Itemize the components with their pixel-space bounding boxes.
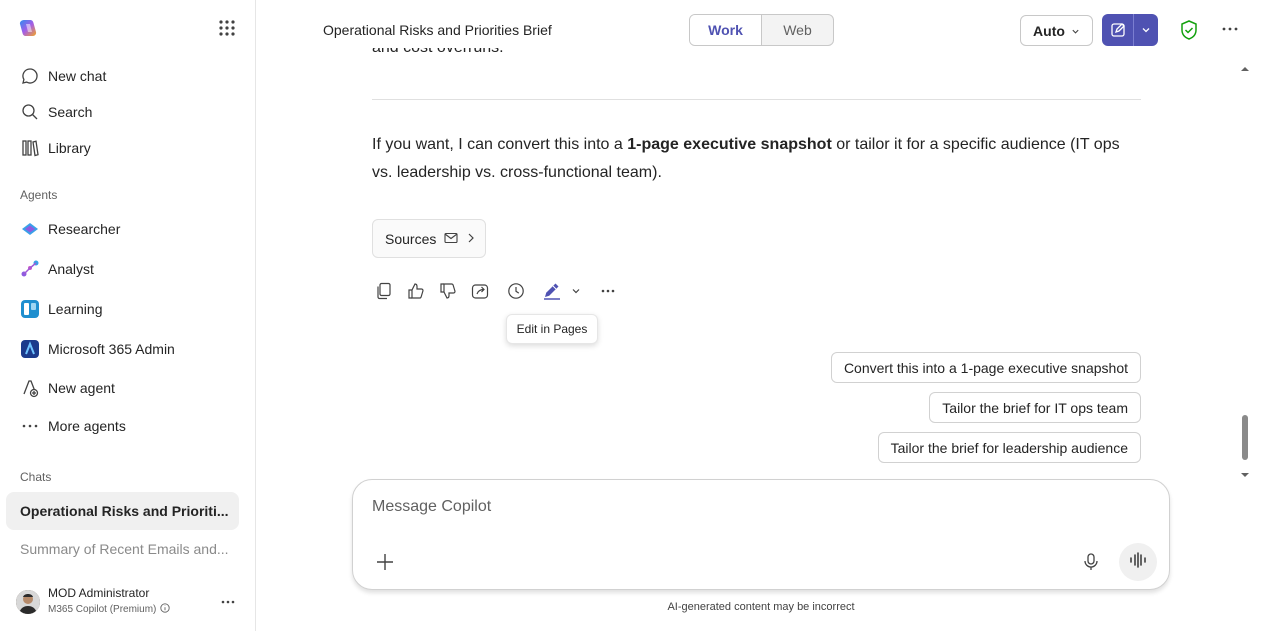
shield-icon[interactable] [1180, 20, 1198, 45]
chat-item[interactable]: Summary of Recent Emails and... [6, 530, 239, 568]
message-cut-line: and cost overruns. [372, 48, 504, 56]
agent-analyst[interactable]: Analyst [8, 253, 240, 285]
user-plan: M365 Copilot (Premium) [48, 603, 171, 616]
user-more-icon[interactable] [220, 594, 236, 615]
voice-waveform-icon [1129, 551, 1147, 574]
edit-in-pages-icon[interactable] [542, 281, 562, 301]
microphone-icon[interactable] [1081, 552, 1101, 577]
suggestion-chip[interactable]: Tailor the brief for leadership audience [877, 432, 1141, 463]
agent-m365-admin-label: Microsoft 365 Admin [48, 341, 175, 357]
message-composer [352, 479, 1170, 590]
chevron-right-icon [466, 231, 476, 247]
user-name: MOD Administrator [48, 586, 150, 600]
chevron-down-icon[interactable] [1134, 14, 1158, 46]
search-icon [20, 102, 40, 122]
copy-icon[interactable] [374, 281, 394, 301]
chat-bubble-icon [20, 66, 40, 86]
copilot-logo-icon[interactable] [18, 18, 38, 38]
ai-disclaimer: AI-generated content may be incorrect [667, 601, 855, 613]
chevron-down-icon[interactable] [566, 281, 586, 301]
more-agents-label: More agents [48, 418, 126, 434]
para-text-1: If you want, I can convert this into a [372, 136, 628, 153]
voice-mode-button[interactable] [1119, 543, 1157, 581]
new-agent-icon [20, 378, 40, 398]
mode-work-tab[interactable]: Work [690, 15, 762, 45]
agent-researcher[interactable]: Researcher [8, 213, 240, 245]
app-launcher-icon[interactable] [217, 18, 237, 38]
message-paragraph: If you want, I can convert this into a 1… [372, 131, 1142, 187]
chats-heading: Chats [20, 470, 52, 484]
agent-learning-label: Learning [48, 301, 103, 317]
user-profile[interactable]: MOD Administrator M365 Copilot (Premium) [16, 586, 246, 620]
page-title: Operational Risks and Priorities Brief [323, 22, 552, 38]
library-button[interactable]: Library [8, 132, 240, 164]
info-icon[interactable] [160, 603, 171, 616]
para-text-bold: 1-page executive snapshot [627, 136, 832, 153]
agent-m365-admin[interactable]: Microsoft 365 Admin [8, 333, 240, 365]
analyst-icon [20, 259, 40, 279]
library-icon [20, 138, 40, 158]
agent-learning[interactable]: Learning [8, 293, 240, 325]
message-input[interactable] [372, 496, 1012, 518]
agents-heading: Agents [20, 188, 58, 202]
sidebar: New chat Search Library Agents Researche… [0, 0, 256, 631]
learning-icon [20, 299, 40, 319]
search-button[interactable]: Search [8, 96, 240, 128]
agent-researcher-label: Researcher [48, 221, 121, 237]
ellipsis-icon [20, 416, 40, 436]
new-chat-button[interactable]: New chat [8, 60, 240, 92]
chevron-down-icon [1071, 23, 1080, 39]
sources-button[interactable]: Sources [372, 219, 486, 258]
more-agents-button[interactable]: More agents [8, 410, 240, 442]
scrollbar-thumb[interactable] [1242, 415, 1248, 460]
more-actions-icon[interactable] [598, 281, 618, 301]
researcher-icon [20, 219, 40, 239]
scroll-up-arrow-icon[interactable] [1240, 60, 1250, 78]
mode-toggle: Work Web [689, 14, 834, 46]
library-label: Library [48, 140, 91, 156]
share-icon[interactable] [470, 281, 490, 301]
suggestion-chip[interactable]: Convert this into a 1-page executive sna… [830, 352, 1141, 383]
new-chat-label: New chat [48, 68, 107, 84]
avatar [16, 590, 40, 614]
divider [372, 99, 1141, 100]
message-text-clipped: and cost overruns. [372, 48, 504, 66]
history-icon[interactable] [506, 281, 526, 301]
new-agent-button[interactable]: New agent [8, 372, 240, 404]
edit-in-pages-tooltip: Edit in Pages [506, 314, 598, 344]
model-selector[interactable]: Auto [1020, 15, 1093, 46]
new-agent-label: New agent [48, 380, 115, 396]
mail-icon [444, 231, 458, 247]
scroll-down-arrow-icon[interactable] [1240, 466, 1250, 484]
sources-label: Sources [385, 230, 437, 247]
mode-web-tab[interactable]: Web [762, 15, 833, 45]
new-page-button[interactable] [1102, 14, 1158, 46]
plus-icon[interactable] [375, 552, 395, 577]
suggestion-chip[interactable]: Tailor the brief for IT ops team [929, 392, 1141, 423]
copilot-app: New chat Search Library Agents Researche… [0, 0, 1266, 631]
search-label: Search [48, 104, 93, 120]
thumbs-down-icon[interactable] [438, 281, 458, 301]
thumbs-up-icon[interactable] [406, 281, 426, 301]
admin-icon [20, 339, 40, 359]
compose-icon[interactable] [1102, 14, 1134, 46]
user-plan-label: M365 Copilot (Premium) [48, 604, 157, 615]
more-options-icon[interactable] [1221, 20, 1239, 43]
model-selector-label: Auto [1033, 22, 1065, 39]
agent-analyst-label: Analyst [48, 261, 94, 277]
chat-item-active[interactable]: Operational Risks and Prioriti... [6, 492, 239, 530]
